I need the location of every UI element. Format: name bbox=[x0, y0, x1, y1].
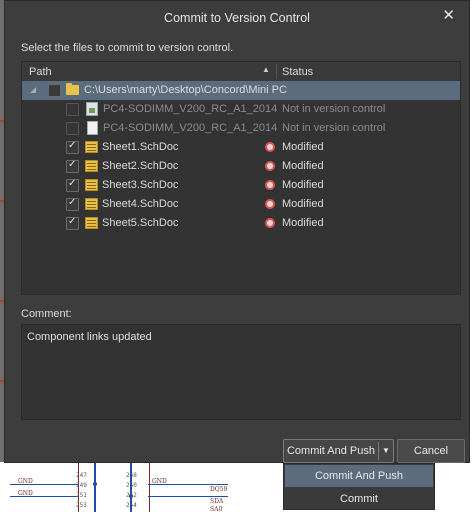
column-divider[interactable] bbox=[276, 64, 277, 79]
file-status: Not in version control bbox=[282, 122, 386, 134]
comment-label: Comment: bbox=[21, 308, 72, 320]
file-name: Sheet1.SchDoc bbox=[102, 141, 179, 153]
instruction-text: Select the files to commit to version co… bbox=[21, 42, 234, 54]
file-name: Sheet2.SchDoc bbox=[102, 160, 179, 172]
pin-number: 250 bbox=[126, 482, 137, 489]
row-checkbox[interactable] bbox=[66, 197, 79, 211]
pin-number: 249 bbox=[76, 482, 87, 489]
table-row[interactable]: Sheet1.SchDoc Modified bbox=[22, 138, 460, 157]
table-row[interactable]: Sheet4.SchDoc Modified bbox=[22, 195, 460, 214]
net-label: GND bbox=[152, 478, 167, 485]
pin-number: 247 bbox=[76, 472, 87, 479]
pin-number: 251 bbox=[76, 492, 87, 499]
bus-line bbox=[94, 462, 96, 512]
menu-item-commit-and-push[interactable]: Commit And Push bbox=[285, 465, 433, 487]
collapse-icon[interactable]: ◢ bbox=[30, 85, 36, 94]
dropdown-arrow-icon[interactable]: ▼ bbox=[379, 440, 393, 462]
net-label: GND bbox=[18, 490, 33, 497]
net-label: SDA bbox=[210, 498, 224, 505]
column-header-status[interactable]: Status bbox=[282, 66, 313, 78]
file-status: Modified bbox=[282, 198, 324, 210]
comment-field[interactable]: Component links updated bbox=[21, 324, 461, 420]
pcb-document-icon bbox=[86, 102, 98, 116]
table-row[interactable]: PC4-SODIMM_V200_RC_A1_2014101 Not in ver… bbox=[22, 119, 460, 138]
file-name: PC4-SODIMM_V200_RC_A1_2014101 bbox=[103, 122, 278, 134]
commit-dropdown-menu: Commit And Push Commit bbox=[283, 463, 435, 510]
file-status: Modified bbox=[282, 141, 324, 153]
row-checkbox[interactable] bbox=[66, 140, 79, 154]
sort-ascending-icon[interactable]: ▲ bbox=[262, 65, 270, 74]
schematic-icon bbox=[85, 198, 98, 210]
modified-status-icon bbox=[265, 218, 275, 228]
row-checkbox[interactable] bbox=[66, 159, 79, 173]
file-status: Modified bbox=[282, 179, 324, 191]
commit-split-button[interactable]: Commit And Push ▼ bbox=[283, 439, 394, 463]
schematic-icon bbox=[85, 141, 98, 153]
table-row[interactable]: PC4-SODIMM_V200_RC_A1_2014101 Not in ver… bbox=[22, 100, 460, 119]
table-row[interactable]: Sheet2.SchDoc Modified bbox=[22, 157, 460, 176]
row-checkbox[interactable] bbox=[66, 178, 79, 192]
row-checkbox[interactable] bbox=[66, 122, 79, 135]
schematic-icon bbox=[85, 217, 98, 229]
menu-item-commit[interactable]: Commit bbox=[285, 488, 433, 510]
row-checkbox[interactable] bbox=[66, 216, 79, 230]
close-icon[interactable]: ✕ bbox=[442, 6, 455, 24]
file-status: Modified bbox=[282, 160, 324, 172]
file-status: Modified bbox=[282, 217, 324, 229]
modified-status-icon bbox=[265, 161, 275, 171]
commit-and-push-button[interactable]: Commit And Push bbox=[284, 440, 378, 462]
title-bar: Commit to Version Control ✕ bbox=[5, 1, 469, 33]
commit-dialog: Commit to Version Control ✕ Select the f… bbox=[4, 0, 470, 463]
row-checkbox[interactable] bbox=[66, 103, 79, 116]
pin-number: 252 bbox=[126, 492, 137, 499]
file-list[interactable]: Path ▲ Status ◢ C:\Users\marty\Desktop\C… bbox=[21, 61, 461, 295]
file-name: PC4-SODIMM_V200_RC_A1_2014101 bbox=[103, 103, 278, 115]
file-name: Sheet3.SchDoc bbox=[102, 179, 179, 191]
column-header-path[interactable]: Path bbox=[29, 66, 52, 78]
net-label: DQ59 bbox=[210, 486, 228, 493]
folder-icon bbox=[66, 83, 79, 95]
file-name: C:\Users\marty\Desktop\Concord\Mini PC bbox=[84, 84, 287, 96]
pin-number: 248 bbox=[126, 472, 137, 479]
net-label: GND bbox=[18, 478, 33, 485]
cancel-button[interactable]: Cancel bbox=[397, 439, 465, 463]
pin-number: 253 bbox=[76, 502, 87, 509]
junction bbox=[93, 482, 97, 486]
row-checkbox[interactable] bbox=[48, 84, 61, 97]
schematic-icon bbox=[85, 179, 98, 191]
file-status: Not in version control bbox=[282, 103, 386, 115]
table-row[interactable]: Sheet5.SchDoc Modified bbox=[22, 214, 460, 233]
document-icon bbox=[87, 121, 98, 135]
modified-status-icon bbox=[265, 142, 275, 152]
table-header: Path ▲ Status bbox=[22, 62, 460, 82]
schematic-icon bbox=[85, 160, 98, 172]
component-body bbox=[78, 462, 150, 512]
file-name: Sheet5.SchDoc bbox=[102, 217, 179, 229]
file-name: Sheet4.SchDoc bbox=[102, 198, 179, 210]
modified-status-icon bbox=[265, 199, 275, 209]
dialog-title: Commit to Version Control bbox=[164, 11, 310, 25]
modified-status-icon bbox=[265, 180, 275, 190]
table-row[interactable]: ◢ C:\Users\marty\Desktop\Concord\Mini PC bbox=[22, 81, 460, 100]
table-row[interactable]: Sheet3.SchDoc Modified bbox=[22, 176, 460, 195]
net-wire bbox=[148, 496, 228, 497]
pin-number: 254 bbox=[126, 502, 137, 509]
